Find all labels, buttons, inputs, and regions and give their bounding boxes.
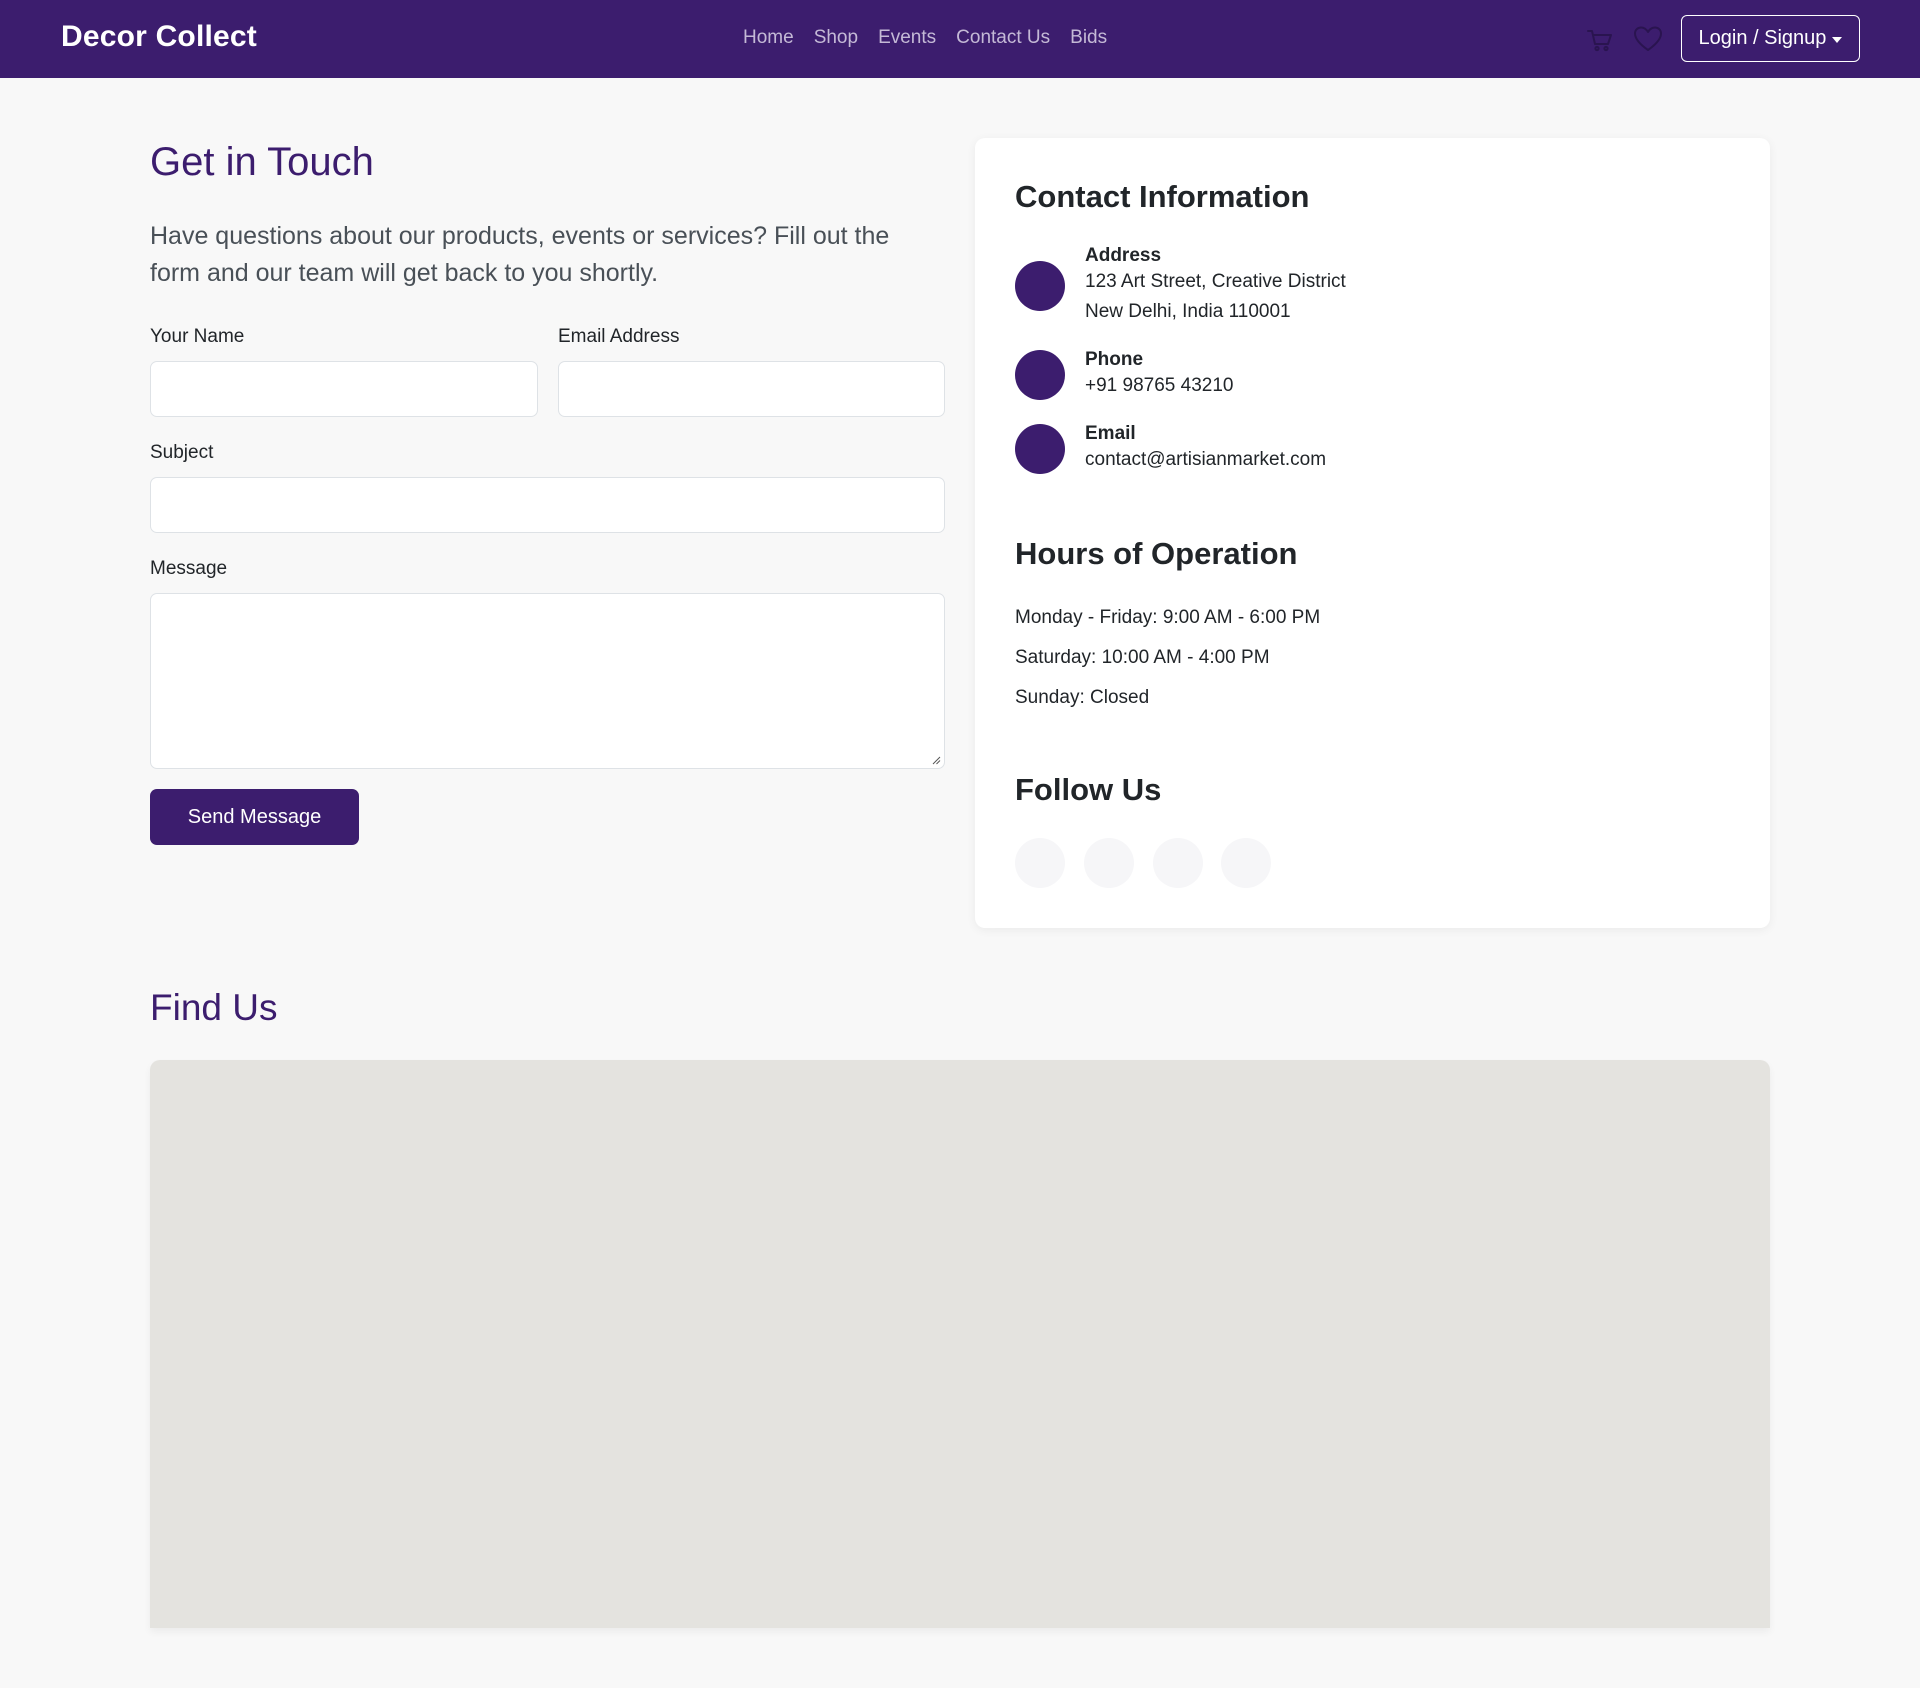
cart-icon[interactable] [1584,23,1616,55]
address-line-1: 123 Art Street, Creative District [1085,271,1346,292]
address-line-2: New Delhi, India 110001 [1085,301,1291,322]
main-nav: Home Shop Events Contact Us Bids [743,27,1107,49]
phone-icon [1015,350,1065,400]
heart-icon[interactable] [1632,23,1664,55]
message-textarea[interactable] [150,593,945,769]
get-in-touch-title: Get in Touch [150,140,374,184]
brand-logo[interactable]: Decor Collect [61,20,257,54]
login-signup-dropdown[interactable]: Login / Signup [1681,15,1860,62]
nav-home[interactable]: Home [743,27,794,49]
subject-label: Subject [150,442,214,463]
follow-us-title: Follow Us [1015,772,1162,807]
map-marker-icon [1015,261,1065,311]
twitter-icon[interactable] [1153,838,1203,888]
caret-down-icon [1832,36,1843,43]
email-info-label: Email [1085,423,1136,444]
hours-weekdays: Monday - Friday: 9:00 AM - 6:00 PM [1015,607,1321,628]
hours-sunday: Sunday: Closed [1015,687,1150,708]
instagram-icon[interactable] [1084,838,1134,888]
nav-contact-us[interactable]: Contact Us [956,27,1050,49]
subject-input[interactable] [150,477,945,533]
contact-intro: Have questions about our products, event… [150,222,890,287]
email-input[interactable] [558,361,945,417]
facebook-icon[interactable] [1015,838,1065,888]
nav-bids[interactable]: Bids [1070,27,1107,49]
phone-label: Phone [1085,349,1144,370]
name-label: Your Name [150,326,245,347]
name-input[interactable] [150,361,538,417]
phone-value: +91 98765 43210 [1085,375,1234,396]
contact-info-card: Contact Information Address 123 Art Stre… [975,138,1770,928]
resize-handle-icon[interactable] [931,755,941,765]
email-label: Email Address [558,326,680,347]
envelope-icon [1015,424,1065,474]
address-label: Address [1085,245,1162,266]
find-us-title: Find Us [150,987,278,1028]
nav-shop[interactable]: Shop [814,27,858,49]
location-map[interactable] [150,1060,1770,1628]
top-navbar: Decor Collect Home Shop Events Contact U… [0,0,1920,78]
pinterest-icon[interactable] [1221,838,1271,888]
login-signup-label: Login / Signup [1698,27,1827,49]
nav-events[interactable]: Events [878,27,936,49]
message-label: Message [150,558,228,579]
hours-title: Hours of Operation [1015,536,1298,571]
send-message-button[interactable]: Send Message [150,789,359,845]
hours-saturday: Saturday: 10:00 AM - 4:00 PM [1015,647,1270,668]
contact-information-title: Contact Information [1015,179,1310,214]
email-info-value[interactable]: contact@artisianmarket.com [1085,445,1326,475]
